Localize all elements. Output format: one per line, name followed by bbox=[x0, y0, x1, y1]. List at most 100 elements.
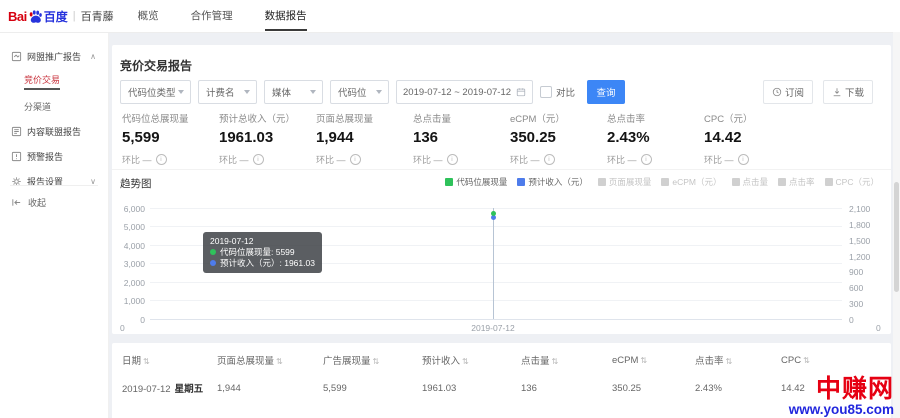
main-content: 竞价交易报告 代码位类型 计费名 媒体 代码位 2019-07-12 ~ 201… bbox=[108, 32, 900, 418]
cell-ad-impressions: 5,599 bbox=[323, 383, 422, 394]
tab-cooperation[interactable]: 合作管理 bbox=[191, 0, 233, 32]
trend-chart-title: 趋势图 bbox=[120, 176, 152, 191]
tab-overview[interactable]: 概览 bbox=[138, 0, 159, 32]
logo-divider: | bbox=[73, 10, 76, 22]
tooltip-date: 2019-07-12 bbox=[210, 236, 315, 247]
y-axis-right-tick: 1,500 bbox=[849, 236, 870, 246]
dropdown-media[interactable]: 媒体 bbox=[264, 80, 323, 104]
y-axis-left-tick: 6,000 bbox=[112, 204, 145, 214]
scrollbar-thumb[interactable] bbox=[894, 182, 899, 292]
sort-icon: ⇅ bbox=[640, 356, 647, 365]
report-icon bbox=[11, 51, 22, 62]
chevron-down-icon bbox=[244, 90, 250, 94]
chevron-up-icon: ∧ bbox=[90, 52, 96, 61]
column-header-ctr[interactable]: 点击率⇅ bbox=[695, 353, 781, 367]
scrollbar-track bbox=[893, 32, 900, 418]
info-icon[interactable] bbox=[641, 154, 652, 165]
gridline bbox=[150, 208, 842, 209]
tab-data-report[interactable]: 数据报告 bbox=[265, 0, 307, 32]
stat-page-impressions: 页面总展现量 1,944 环比 — bbox=[316, 111, 413, 166]
site-watermark: 中赚网 www.you85.com bbox=[789, 377, 894, 417]
content-report-icon bbox=[11, 126, 22, 137]
report-actions: 订阅 下载 bbox=[753, 80, 873, 104]
dropdown-billing-name[interactable]: 计费名 bbox=[198, 80, 257, 104]
sidebar-item-content-alliance-report[interactable]: 内容联盟报告 bbox=[0, 121, 108, 141]
column-header-page-impressions[interactable]: 页面总展现量⇅ bbox=[217, 353, 323, 367]
column-header-clicks[interactable]: 点击量⇅ bbox=[521, 353, 612, 367]
info-icon[interactable] bbox=[544, 154, 555, 165]
sidebar-item-network-report[interactable]: 网盟推广报告 ∧ bbox=[0, 46, 108, 66]
collapse-icon bbox=[11, 197, 22, 208]
cell-clicks: 136 bbox=[521, 383, 612, 394]
legend-item-page-impressions[interactable]: 页面展现量 bbox=[598, 176, 652, 188]
sidebar: 网盟推广报告 ∧ 竞价交易 分渠道 内容联盟报告 预警报告 报告设置 ∨ 收起 bbox=[0, 32, 109, 418]
baidu-logo[interactable]: Bai 百度 | 百青藤 bbox=[8, 8, 114, 25]
legend-swatch-icon bbox=[778, 178, 786, 186]
compare-checkbox[interactable]: 对比 bbox=[540, 85, 575, 99]
gridline bbox=[150, 226, 842, 227]
column-header-ad-impressions[interactable]: 广告展现量⇅ bbox=[323, 353, 422, 367]
chevron-down-icon bbox=[376, 90, 382, 94]
info-icon[interactable] bbox=[447, 154, 458, 165]
info-icon[interactable] bbox=[156, 154, 167, 165]
sidebar-item-report-settings[interactable]: 报告设置 ∨ bbox=[0, 171, 108, 191]
sidebar-item-by-channel[interactable]: 分渠道 bbox=[0, 96, 108, 116]
clock-icon bbox=[772, 87, 782, 97]
legend-item-code-slot-impressions[interactable]: 代码位展现量 bbox=[445, 176, 507, 188]
alert-report-icon bbox=[11, 151, 22, 162]
info-icon[interactable] bbox=[253, 154, 264, 165]
calendar-icon bbox=[516, 87, 526, 97]
date-range-input[interactable]: 2019-07-12 ~ 2019-07-12 bbox=[396, 80, 533, 104]
dropdown-code-slot-type[interactable]: 代码位类型 bbox=[120, 80, 191, 104]
column-header-ecpm[interactable]: eCPM⇅ bbox=[612, 355, 695, 366]
legend-swatch-icon bbox=[661, 178, 669, 186]
subscribe-button[interactable]: 订阅 bbox=[763, 80, 813, 104]
data-point-impressions[interactable] bbox=[491, 211, 496, 216]
chart-legend: 代码位展现量 预计收入（元） 页面展现量 eCPM（元） 点击量 点击率 CPC… bbox=[435, 176, 879, 188]
y-axis-right-tick: 1,800 bbox=[849, 220, 870, 230]
info-icon[interactable] bbox=[738, 154, 749, 165]
sort-icon: ⇅ bbox=[373, 357, 380, 366]
download-button[interactable]: 下载 bbox=[823, 80, 873, 104]
legend-item-estimated-revenue[interactable]: 预计收入（元） bbox=[517, 176, 588, 188]
sidebar-divider bbox=[10, 185, 98, 186]
series-dot-icon bbox=[210, 249, 216, 255]
sidebar-item-bidding-trade[interactable]: 竞价交易 bbox=[0, 71, 108, 91]
cell-ecpm: 350.25 bbox=[612, 383, 695, 394]
y-axis-right-tick: 0 bbox=[849, 315, 854, 325]
sidebar-item-alert-report[interactable]: 预警报告 bbox=[0, 146, 108, 166]
sort-icon: ⇅ bbox=[726, 357, 733, 366]
legend-item-ctr[interactable]: 点击率 bbox=[778, 176, 815, 188]
chart-tooltip: 2019-07-12 代码位展现量: 5599 预计收入（元）: 1961.03 bbox=[203, 232, 322, 273]
column-header-cpc[interactable]: CPC⇅ bbox=[781, 355, 891, 366]
legend-item-clicks[interactable]: 点击量 bbox=[732, 176, 769, 188]
dropdown-code-slot[interactable]: 代码位 bbox=[330, 80, 389, 104]
x-axis-right-zero: 0 bbox=[876, 323, 881, 333]
sort-icon: ⇅ bbox=[462, 357, 469, 366]
sidebar-collapse-button[interactable]: 收起 bbox=[0, 192, 108, 212]
y-axis-right-tick: 300 bbox=[849, 299, 863, 309]
cell-ctr: 2.43% bbox=[695, 383, 781, 394]
column-header-estimated-revenue[interactable]: 预计收入⇅ bbox=[422, 353, 521, 367]
cell-weekday: 星期五 bbox=[175, 384, 204, 395]
nav-tabs: 概览 合作管理 数据报告 bbox=[138, 0, 339, 32]
chevron-down-icon bbox=[310, 90, 316, 94]
x-axis-date-label: 2019-07-12 bbox=[453, 323, 533, 333]
sort-icon: ⇅ bbox=[552, 357, 559, 366]
series-dot-icon bbox=[210, 260, 216, 266]
data-table-card: 日期⇅ 页面总展现量⇅ 广告展现量⇅ 预计收入⇅ 点击量⇅ eCPM⇅ 点击率⇅… bbox=[112, 343, 891, 418]
column-header-date[interactable]: 日期⇅ bbox=[122, 353, 217, 367]
legend-swatch-icon bbox=[732, 178, 740, 186]
legend-item-ecpm[interactable]: eCPM（元） bbox=[661, 176, 721, 188]
checkbox-icon bbox=[540, 86, 552, 98]
app-window: Bai 百度 | 百青藤 概览 合作管理 数据报告 网盟推广报告 ∧ 竞价交易 bbox=[0, 0, 900, 418]
sort-icon: ⇅ bbox=[276, 357, 283, 366]
legend-item-cpc[interactable]: CPC（元） bbox=[825, 176, 879, 188]
cell-estimated-revenue: 1961.03 bbox=[422, 383, 521, 394]
cell-date: 2019-07-12星期五 bbox=[122, 381, 217, 395]
query-button[interactable]: 查询 bbox=[587, 80, 625, 104]
legend-swatch-icon bbox=[825, 178, 833, 186]
info-icon[interactable] bbox=[350, 154, 361, 165]
y-axis-right-tick: 600 bbox=[849, 283, 863, 293]
y-axis-left-tick: 3,000 bbox=[112, 259, 145, 269]
